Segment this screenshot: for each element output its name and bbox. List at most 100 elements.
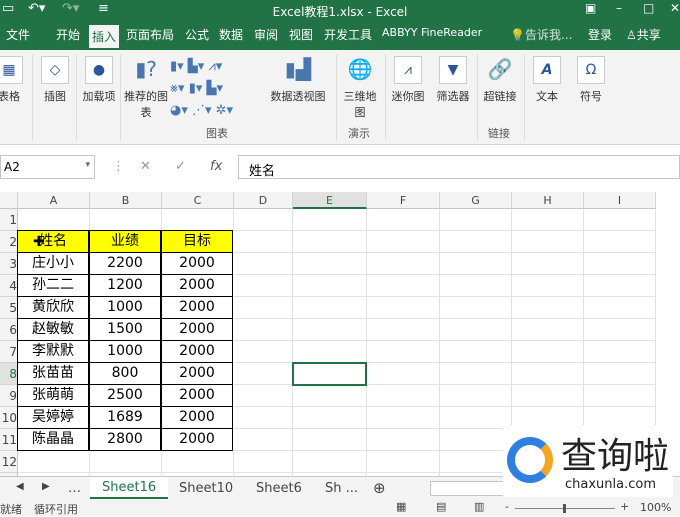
tab-review[interactable]: 审阅: [254, 26, 278, 43]
cell[interactable]: [367, 385, 440, 407]
table-cell[interactable]: 吴婷婷: [17, 406, 89, 429]
3d-map-button[interactable]: 🌐 三维地图: [340, 56, 380, 120]
table-cell[interactable]: 1500: [89, 318, 161, 341]
table-cell[interactable]: 张萌萌: [17, 384, 89, 407]
normal-view-icon[interactable]: ▦: [396, 500, 406, 513]
cell[interactable]: [440, 253, 512, 275]
cell[interactable]: [440, 451, 512, 473]
cell[interactable]: [512, 341, 584, 363]
cell[interactable]: [440, 275, 512, 297]
row-header-8[interactable]: 8: [0, 363, 18, 385]
recommended-charts-button[interactable]: ▮? 推荐的图表: [124, 56, 168, 120]
column-header-b[interactable]: B: [90, 192, 162, 209]
sign-in-link[interactable]: 登录: [588, 26, 612, 43]
zoom-out-icon[interactable]: -: [505, 500, 509, 513]
tab-formulas[interactable]: 公式: [185, 26, 209, 43]
table-cell[interactable]: 2000: [161, 296, 233, 319]
cell[interactable]: [162, 209, 234, 231]
addins-button[interactable]: ● 加载项: [82, 56, 116, 104]
cell[interactable]: [293, 319, 367, 341]
enter-icon[interactable]: ✓: [175, 159, 186, 174]
cell[interactable]: [367, 319, 440, 341]
tab-developer[interactable]: 开发工具: [324, 26, 372, 43]
column-header-h[interactable]: H: [512, 192, 584, 209]
cell[interactable]: [367, 231, 440, 253]
cell[interactable]: [293, 451, 367, 473]
select-all-corner[interactable]: [0, 192, 18, 209]
cell[interactable]: [512, 209, 584, 231]
page-layout-icon[interactable]: ▤: [436, 500, 446, 513]
cell[interactable]: [367, 407, 440, 429]
cell[interactable]: [440, 429, 512, 451]
zoom-in-icon[interactable]: +: [620, 500, 629, 513]
cell[interactable]: [234, 385, 293, 407]
cell[interactable]: [512, 253, 584, 275]
text-button[interactable]: A 文本: [530, 56, 564, 104]
row-header-11[interactable]: 11: [0, 429, 18, 451]
cell[interactable]: [293, 231, 367, 253]
column-header-i[interactable]: I: [584, 192, 656, 209]
sheet-tab-sheet16[interactable]: Sheet16: [90, 477, 169, 499]
tab-view[interactable]: 视图: [289, 26, 313, 43]
table-cell[interactable]: 赵敏敏: [17, 318, 89, 341]
table-cell[interactable]: 张苗苗: [17, 362, 89, 385]
column-header-f[interactable]: F: [367, 192, 440, 209]
cell[interactable]: [293, 275, 367, 297]
table-cell[interactable]: 2000: [161, 384, 233, 407]
cell[interactable]: [293, 407, 367, 429]
table-cell[interactable]: 2000: [161, 274, 233, 297]
cell[interactable]: [234, 297, 293, 319]
formula-input[interactable]: 姓名: [238, 155, 680, 179]
column-header-g[interactable]: G: [440, 192, 512, 209]
name-box[interactable]: A2 ▾: [0, 155, 95, 179]
cell[interactable]: [367, 297, 440, 319]
row-header-4[interactable]: 4: [0, 275, 18, 297]
cell[interactable]: [367, 451, 440, 473]
cell[interactable]: [440, 407, 512, 429]
table-cell[interactable]: 1689: [89, 406, 161, 429]
cell[interactable]: [234, 231, 293, 253]
tell-me-search[interactable]: 💡告诉我...: [510, 26, 572, 43]
cell[interactable]: [440, 385, 512, 407]
filters-button[interactable]: ▼ 筛选器: [432, 56, 474, 104]
row-header-6[interactable]: 6: [0, 319, 18, 341]
zoom-slider[interactable]: [515, 504, 615, 513]
tab-insert[interactable]: 插入: [87, 23, 122, 50]
sheet-tab-sheet10[interactable]: Sheet10: [179, 481, 233, 496]
cell[interactable]: [90, 451, 162, 473]
cell[interactable]: [234, 451, 293, 473]
cell[interactable]: [234, 253, 293, 275]
table-cell[interactable]: 800: [89, 362, 161, 385]
table-cell[interactable]: 2000: [161, 362, 233, 385]
insert-function-icon[interactable]: fx: [210, 159, 222, 174]
tab-file[interactable]: 文件: [6, 26, 30, 43]
cell[interactable]: [234, 319, 293, 341]
table-cell[interactable]: 2000: [161, 318, 233, 341]
sheet-tab-more[interactable]: Sh ...: [325, 481, 358, 496]
tab-page-layout[interactable]: 页面布局: [126, 26, 174, 43]
cell[interactable]: [234, 429, 293, 451]
cell[interactable]: [367, 275, 440, 297]
cell[interactable]: [293, 341, 367, 363]
cell[interactable]: [512, 319, 584, 341]
cell[interactable]: [234, 209, 293, 231]
table-cell[interactable]: 2000: [161, 406, 233, 429]
table-cell[interactable]: 李默默: [17, 340, 89, 363]
cell[interactable]: [367, 429, 440, 451]
cell[interactable]: [512, 297, 584, 319]
table-cell[interactable]: 2800: [89, 428, 161, 451]
cell[interactable]: [367, 363, 440, 385]
cell[interactable]: [293, 209, 367, 231]
cell[interactable]: [18, 209, 90, 231]
table-cell[interactable]: 2200: [89, 252, 161, 275]
column-header-e[interactable]: E: [293, 192, 367, 209]
cell[interactable]: [584, 231, 656, 253]
row-header-7[interactable]: 7: [0, 341, 18, 363]
cell[interactable]: [293, 385, 367, 407]
cell[interactable]: [440, 319, 512, 341]
cell[interactable]: [234, 363, 293, 385]
table-cell[interactable]: 2500: [89, 384, 161, 407]
cell[interactable]: [367, 253, 440, 275]
table-cell[interactable]: 孙二二: [17, 274, 89, 297]
cell[interactable]: [440, 297, 512, 319]
